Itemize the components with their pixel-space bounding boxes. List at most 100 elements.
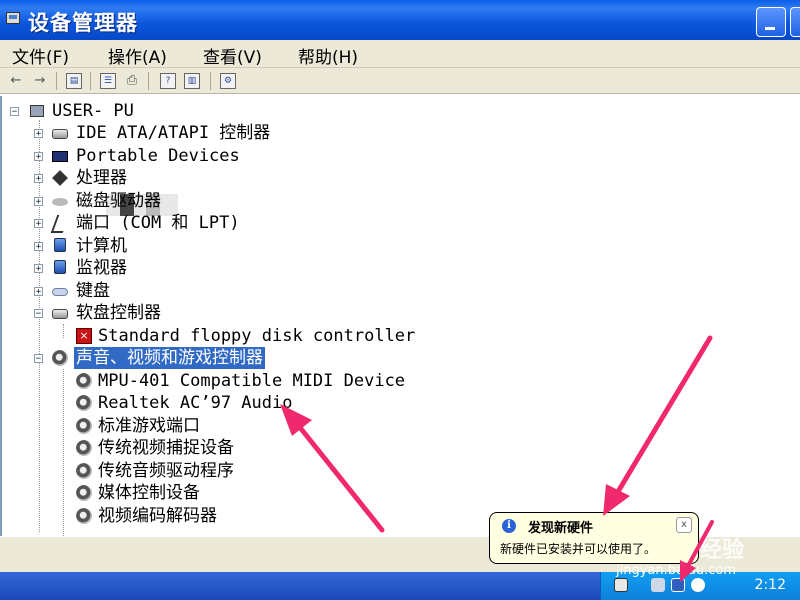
tree-item-mpu401[interactable]: MPU-401 Compatible MIDI Device bbox=[74, 370, 574, 392]
title-bar[interactable]: 设备管理器 bbox=[0, 0, 800, 40]
device-error-icon: × bbox=[76, 328, 92, 344]
menu-bar: 文件(F) 操作(A) 查看(V) 帮助(H) bbox=[0, 40, 800, 68]
tree-item-label: 传统音频驱动程序 bbox=[98, 461, 234, 481]
tree-item-media-control[interactable]: 媒体控制设备 bbox=[74, 482, 574, 504]
tree-item-label: 磁盘驱动器 bbox=[76, 191, 161, 211]
toolbar: ← → ▤ ☰ ⎙ ? ▥ ⚙ bbox=[0, 68, 800, 94]
new-hardware-balloon[interactable]: i 发现新硬件 x 新硬件已安装并可以使用了。 bbox=[489, 512, 699, 564]
tree-item-processor[interactable]: + 处理器 bbox=[32, 167, 532, 189]
volume-icon[interactable] bbox=[691, 578, 705, 592]
tree-item-floppy-controller[interactable]: × Standard floppy disk controller bbox=[74, 325, 574, 347]
tree-item-label: 软盘控制器 bbox=[76, 303, 161, 323]
device-tree[interactable]: − USER- PU + IDE ATA/ATAPI 控制器 + Portabl… bbox=[0, 96, 800, 536]
monitor-icon bbox=[54, 260, 66, 274]
tree-item-realtek[interactable]: Realtek AC’97 Audio bbox=[74, 392, 574, 414]
show-hide-tree-icon[interactable]: ▤ bbox=[66, 73, 82, 89]
scan-hardware-icon[interactable]: ⚙ bbox=[220, 73, 236, 89]
sound-device-icon bbox=[76, 373, 92, 389]
tree-item-port[interactable]: + 端口 (COM 和 LPT) bbox=[32, 212, 532, 234]
tree-item-computer[interactable]: + 计算机 bbox=[32, 235, 532, 257]
watermark-url: jingyan.baidu.com bbox=[616, 563, 736, 578]
print-icon[interactable]: ⎙ bbox=[124, 73, 140, 89]
menu-file[interactable]: 文件(F) bbox=[12, 43, 69, 68]
ide-controller-icon bbox=[52, 129, 68, 139]
expand-toggle[interactable]: + bbox=[34, 287, 43, 297]
expand-toggle[interactable]: + bbox=[34, 129, 43, 139]
processor-icon bbox=[52, 170, 68, 186]
expand-toggle[interactable]: + bbox=[34, 152, 43, 162]
menu-view[interactable]: 查看(V) bbox=[203, 43, 262, 68]
tree-item-keyboard[interactable]: + 键盘 bbox=[32, 280, 532, 302]
tree-item-label: 声音、视频和游戏控制器 bbox=[74, 347, 265, 369]
computer-icon bbox=[30, 105, 44, 117]
tree-item-ide[interactable]: + IDE ATA/ATAPI 控制器 bbox=[32, 122, 532, 144]
sound-device-icon bbox=[76, 440, 92, 456]
tree-item-audio-driver[interactable]: 传统音频驱动程序 bbox=[74, 460, 574, 482]
network-icon[interactable] bbox=[671, 578, 685, 592]
expand-toggle[interactable]: + bbox=[34, 197, 43, 207]
tree-item-label: 媒体控制设备 bbox=[98, 483, 200, 503]
tree-item-floppy[interactable]: − 软盘控制器 bbox=[32, 302, 532, 324]
tree-item-label: 传统视频捕捉设备 bbox=[98, 438, 234, 458]
device-manager-icon bbox=[6, 12, 20, 24]
keyboard-layout-icon[interactable] bbox=[614, 578, 628, 592]
tree-item-label: 监视器 bbox=[76, 258, 127, 278]
clock[interactable]: 2:12 bbox=[755, 577, 786, 593]
tree-item-monitor[interactable]: + 监视器 bbox=[32, 257, 532, 279]
menu-help[interactable]: 帮助(H) bbox=[298, 43, 358, 68]
sound-device-icon bbox=[76, 418, 92, 434]
keyboard-icon bbox=[52, 288, 68, 296]
tree-item-label: 处理器 bbox=[76, 168, 127, 188]
safely-remove-hardware-icon[interactable] bbox=[651, 578, 665, 592]
computer-icon bbox=[54, 238, 66, 252]
floppy-controller-icon bbox=[52, 309, 68, 319]
collapse-toggle[interactable]: − bbox=[34, 309, 43, 319]
tree-item-sound[interactable]: − 声音、视频和游戏控制器 bbox=[32, 347, 532, 369]
tree-item-label: 标准游戏端口 bbox=[98, 416, 200, 436]
properties-icon[interactable]: ☰ bbox=[100, 73, 116, 89]
tree-item-label: 端口 (COM 和 LPT) bbox=[76, 213, 240, 233]
tree-item-label: 键盘 bbox=[76, 281, 110, 301]
tree-item-video-capture[interactable]: 传统视频捕捉设备 bbox=[74, 437, 574, 459]
port-icon bbox=[50, 215, 70, 233]
tree-connector bbox=[63, 369, 64, 536]
toolbar-separator bbox=[56, 72, 57, 90]
expand-toggle[interactable]: + bbox=[34, 219, 43, 229]
balloon-close-button[interactable]: x bbox=[676, 517, 692, 533]
info-icon: i bbox=[502, 519, 516, 533]
sound-device-icon bbox=[76, 485, 92, 501]
tree-root[interactable]: − USER- PU bbox=[8, 100, 408, 122]
tree-item-disk[interactable]: + 磁盘驱动器 bbox=[32, 190, 532, 212]
tree-connector bbox=[63, 324, 64, 338]
collapse-toggle[interactable]: − bbox=[10, 107, 19, 117]
action-pane-icon[interactable]: ▥ bbox=[184, 73, 200, 89]
balloon-title: 发现新硬件 bbox=[528, 521, 594, 536]
tree-item-gameport[interactable]: 标准游戏端口 bbox=[74, 415, 574, 437]
toolbar-separator bbox=[90, 72, 91, 90]
forward-arrow-icon[interactable]: → bbox=[32, 73, 48, 89]
balloon-message: 新硬件已安装并可以使用了。 bbox=[500, 542, 657, 556]
expand-toggle[interactable]: + bbox=[34, 174, 43, 184]
expand-toggle[interactable]: + bbox=[34, 264, 43, 274]
menu-action[interactable]: 操作(A) bbox=[108, 43, 167, 68]
collapse-toggle[interactable]: − bbox=[34, 354, 43, 364]
help-icon[interactable]: ? bbox=[160, 73, 176, 89]
back-arrow-icon[interactable]: ← bbox=[8, 73, 24, 89]
tree-item-portable[interactable]: + Portable Devices bbox=[32, 145, 532, 167]
tree-item-label: 计算机 bbox=[76, 236, 127, 256]
window-title: 设备管理器 bbox=[28, 11, 138, 35]
sound-device-icon bbox=[76, 508, 92, 524]
tree-item-label: IDE ATA/ATAPI 控制器 bbox=[76, 123, 271, 143]
sound-device-icon bbox=[76, 395, 92, 411]
tree-item-label: Standard floppy disk controller bbox=[98, 326, 416, 346]
sound-icon bbox=[52, 350, 68, 366]
expand-toggle[interactable]: + bbox=[34, 242, 43, 252]
minimize-button[interactable] bbox=[756, 7, 786, 37]
portable-device-icon bbox=[52, 151, 68, 162]
tree-item-label: MPU-401 Compatible MIDI Device bbox=[98, 371, 406, 391]
maximize-button[interactable] bbox=[790, 7, 800, 37]
root-label: USER- PU bbox=[52, 101, 134, 121]
tree-item-label: 视频编码解码器 bbox=[98, 506, 217, 526]
watermark-text: 经验 bbox=[700, 538, 745, 563]
toolbar-separator bbox=[148, 72, 149, 90]
